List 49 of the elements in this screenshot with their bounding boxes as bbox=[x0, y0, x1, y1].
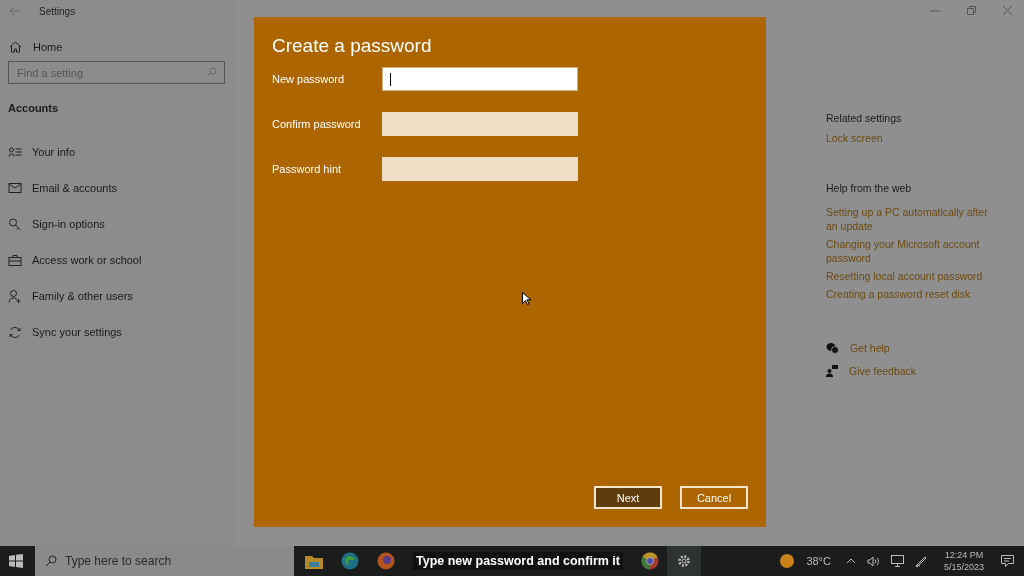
gear-icon bbox=[676, 554, 691, 568]
dialog-title: Create a password bbox=[272, 35, 433, 57]
circle-browser-icon[interactable] bbox=[640, 552, 659, 570]
sidebar-item[interactable]: Family & other users bbox=[0, 288, 237, 304]
video-caption: Type new password and confirm it bbox=[413, 552, 623, 570]
clock-date[interactable]: 5/15/2023 bbox=[943, 561, 984, 573]
browser-swirl-icon[interactable] bbox=[341, 552, 359, 570]
sidebar-item[interactable]: Sync your settings bbox=[0, 324, 237, 340]
pen-icon[interactable] bbox=[914, 555, 927, 567]
search-icon bbox=[207, 67, 217, 77]
taskbar-search-field[interactable]: Type here to search bbox=[35, 546, 294, 576]
password-field[interactable] bbox=[382, 67, 578, 91]
sync-icon bbox=[8, 325, 22, 339]
password-field[interactable] bbox=[382, 112, 578, 136]
password-field[interactable] bbox=[382, 157, 578, 181]
speaker-icon[interactable] bbox=[866, 555, 880, 567]
settings-taskbar-button[interactable] bbox=[666, 546, 701, 576]
field-label: Confirm password bbox=[272, 118, 362, 130]
monitor-icon[interactable] bbox=[890, 555, 904, 567]
home-nav-item[interactable]: Home bbox=[0, 22, 237, 61]
key-icon bbox=[8, 217, 22, 231]
help-heading: Help from the web bbox=[826, 181, 913, 195]
cancel-button[interactable]: Cancel bbox=[680, 486, 748, 509]
mail-icon bbox=[8, 183, 22, 193]
chevron-up-icon[interactable] bbox=[845, 558, 856, 564]
related-heading: Related settings bbox=[826, 111, 903, 125]
sidebar-item[interactable]: Your info bbox=[0, 144, 237, 160]
window-title: Settings bbox=[39, 5, 76, 17]
section-heading: Accounts bbox=[7, 101, 60, 116]
field-label: Password hint bbox=[272, 163, 343, 175]
notification-icon[interactable] bbox=[1001, 555, 1014, 567]
sidebar-item[interactable]: Access work or school bbox=[0, 252, 237, 268]
sidebar-item[interactable]: Sign-in options bbox=[0, 216, 237, 232]
temperature-text: 38°C bbox=[806, 555, 831, 567]
sun-icon[interactable] bbox=[779, 553, 796, 569]
next-button[interactable]: Next bbox=[594, 486, 662, 509]
fox-globe-icon[interactable] bbox=[377, 552, 395, 570]
field-label: New password bbox=[272, 73, 346, 85]
clock-time[interactable]: 12:24 PM bbox=[944, 549, 984, 561]
sidebar-item[interactable]: Email & accounts bbox=[0, 180, 237, 196]
person-add-icon bbox=[8, 289, 22, 303]
briefcase-icon bbox=[8, 254, 22, 266]
search-icon bbox=[45, 555, 57, 567]
windows-logo-icon[interactable] bbox=[9, 554, 23, 568]
home-icon bbox=[9, 41, 22, 53]
person-list-icon bbox=[8, 147, 22, 157]
feedback-icon bbox=[826, 365, 838, 377]
folder-icon[interactable] bbox=[305, 553, 323, 569]
mouse-cursor-icon bbox=[522, 292, 531, 305]
